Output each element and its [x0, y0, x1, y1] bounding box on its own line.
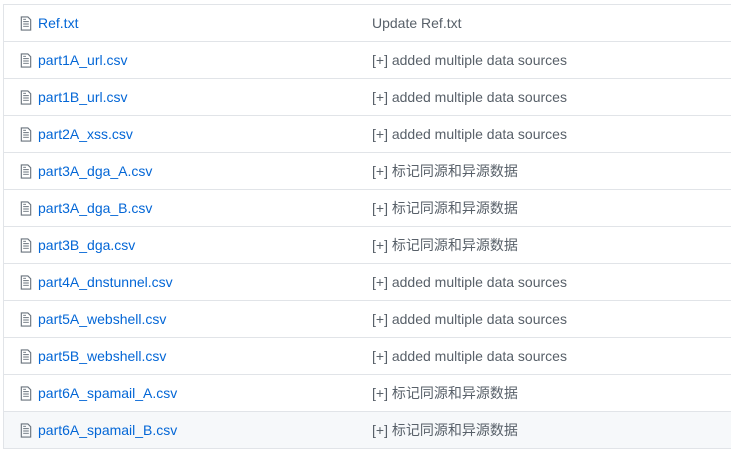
file-row[interactable]: part3A_dga_A.csv [+] 标记同源和异源数据 [4, 153, 731, 190]
file-text-icon [20, 164, 32, 179]
file-name-link[interactable]: part6A_spamail_B.csv [38, 422, 177, 438]
commit-message-link[interactable]: [+] 标记同源和异源数据 [372, 161, 518, 181]
file-row[interactable]: part5B_webshell.csv [+] added multiple da… [4, 338, 731, 375]
file-text-icon [20, 349, 32, 364]
file-name-link[interactable]: part3A_dga_B.csv [38, 200, 152, 216]
file-text-icon [20, 275, 32, 290]
commit-message-link[interactable]: [+] 标记同源和异源数据 [372, 383, 518, 403]
file-name-link[interactable]: part5A_webshell.csv [38, 311, 166, 327]
commit-message-link[interactable]: [+] added multiple data sources [372, 126, 567, 142]
file-name-link[interactable]: part5B_webshell.csv [38, 348, 166, 364]
file-row[interactable]: part1B_url.csv [+] added multiple data so… [4, 79, 731, 116]
commit-message-link[interactable]: [+] added multiple data sources [372, 311, 567, 327]
file-row[interactable]: part3B_dga.csv [+] 标记同源和异源数据 [4, 227, 731, 264]
file-text-icon [20, 238, 32, 253]
file-text-icon [20, 53, 32, 68]
file-text-icon [20, 312, 32, 327]
file-text-icon [20, 16, 32, 31]
commit-message-link[interactable]: [+] added multiple data sources [372, 52, 567, 68]
file-row[interactable]: part6A_spamail_A.csv [+] 标记同源和异源数据 [4, 375, 731, 412]
commit-message-link[interactable]: [+] added multiple data sources [372, 348, 567, 364]
file-row[interactable]: part1A_url.csv [+] added multiple data so… [4, 42, 731, 79]
file-name-link[interactable]: Ref.txt [38, 15, 78, 31]
file-name-link[interactable]: part3A_dga_A.csv [38, 163, 152, 179]
file-text-icon [20, 386, 32, 401]
file-text-icon [20, 127, 32, 142]
file-row[interactable]: part4A_dnstunnel.csv [+] added multiple d… [4, 264, 731, 301]
commit-message-link[interactable]: [+] 标记同源和异源数据 [372, 235, 518, 255]
file-name-link[interactable]: part1A_url.csv [38, 52, 127, 68]
commit-message-link[interactable]: [+] 标记同源和异源数据 [372, 198, 518, 218]
file-name-link[interactable]: part6A_spamail_A.csv [38, 385, 177, 401]
file-text-icon [20, 201, 32, 216]
file-row[interactable]: part3A_dga_B.csv [+] 标记同源和异源数据 [4, 190, 731, 227]
file-name-link[interactable]: part1B_url.csv [38, 89, 127, 105]
file-row[interactable]: Ref.txt Update Ref.txt [4, 5, 731, 42]
file-text-icon [20, 90, 32, 105]
file-row[interactable]: part6A_spamail_B.csv [+] 标记同源和异源数据 [4, 412, 731, 449]
commit-message-link[interactable]: Update Ref.txt [372, 15, 462, 31]
file-row[interactable]: part2A_xss.csv [+] added multiple data so… [4, 116, 731, 153]
commit-message-link[interactable]: [+] added multiple data sources [372, 274, 567, 290]
commit-message-link[interactable]: [+] 标记同源和异源数据 [372, 420, 518, 440]
file-name-link[interactable]: part2A_xss.csv [38, 126, 133, 142]
commit-message-link[interactable]: [+] added multiple data sources [372, 89, 567, 105]
file-text-icon [20, 423, 32, 438]
file-name-link[interactable]: part3B_dga.csv [38, 237, 135, 253]
file-name-link[interactable]: part4A_dnstunnel.csv [38, 274, 173, 290]
file-row[interactable]: part5A_webshell.csv [+] added multiple da… [4, 301, 731, 338]
file-list: Ref.txt Update Ref.txt part1A_url.csv [+] a… [3, 4, 731, 449]
